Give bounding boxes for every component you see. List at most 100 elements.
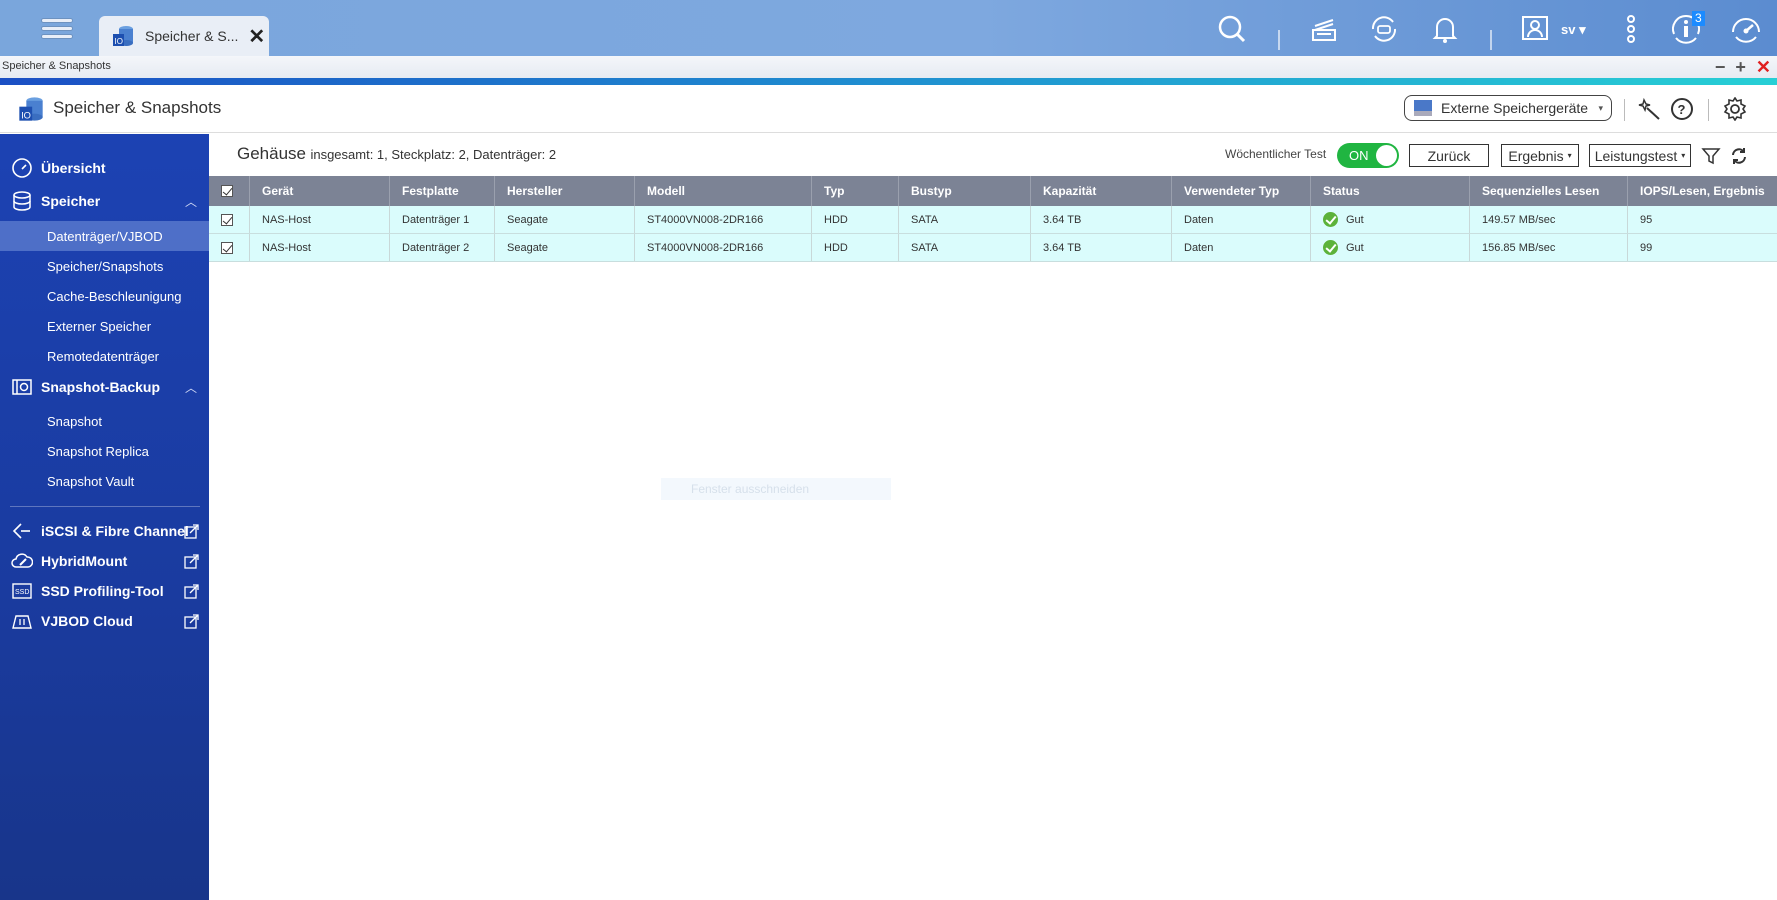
table-header: Gerät Festplatte Hersteller Modell Typ B… <box>209 176 1777 206</box>
sidebar-item-cache[interactable]: Cache-Beschleunigung <box>0 281 209 311</box>
cell-used-type: Daten <box>1172 206 1311 233</box>
svg-text:IO: IO <box>115 37 123 46</box>
chevron-down-icon: ▾ <box>1681 151 1686 160</box>
row-select-cell <box>209 206 250 233</box>
app-tab[interactable]: IO Speicher & S... ✕ <box>99 16 269 56</box>
sidebar-item-storage-snapshots[interactable]: Speicher/Snapshots <box>0 251 209 281</box>
select-all-checkbox[interactable] <box>221 185 233 197</box>
minimize-button[interactable]: − <box>1715 56 1726 78</box>
sidebar-link-vjbod-cloud[interactable]: VJBOD Cloud <box>0 606 209 636</box>
sidebar-link-ssd-profiling[interactable]: SSD SSD Profiling-Tool <box>0 576 209 606</box>
table-row[interactable]: NAS-Host Datenträger 2 Seagate ST4000VN0… <box>209 234 1777 262</box>
row-select-cell <box>209 234 250 261</box>
app-header: IO Speicher & Snapshots Externe Speicher… <box>0 85 1777 133</box>
tasks-icon[interactable] <box>1307 12 1341 46</box>
back-button-label: Zurück <box>1427 147 1471 164</box>
chevron-down-icon: ▾ <box>1598 102 1603 113</box>
bell-icon[interactable] <box>1428 12 1462 46</box>
sync-icon[interactable] <box>1367 12 1401 46</box>
top-bar: IO Speicher & S... ✕ sv ▾ 3 <box>0 0 1777 56</box>
back-button[interactable]: Zurück <box>1409 144 1489 167</box>
column-header[interactable]: Sequenzielles Lesen <box>1470 176 1628 206</box>
cell-type: HDD <box>812 234 899 261</box>
refresh-icon[interactable] <box>1729 146 1749 166</box>
storage-app-icon: IO <box>113 26 133 46</box>
sidebar-link-iscsi[interactable]: iSCSI & Fibre Channel <box>0 516 209 546</box>
chevron-up-icon[interactable]: ︿ <box>185 379 197 396</box>
column-header[interactable]: IOPS/Lesen, Ergebnis <box>1628 176 1777 206</box>
chevron-down-icon: ▾ <box>1567 151 1572 160</box>
column-header[interactable]: Status <box>1311 176 1470 206</box>
sidebar-item-remote-disks[interactable]: Remotedatenträger <box>0 341 209 371</box>
cell-vendor: Seagate <box>495 206 635 233</box>
gauge-icon <box>12 158 32 178</box>
user-icon[interactable] <box>1518 12 1552 46</box>
app-title: Speicher & Snapshots <box>53 98 222 117</box>
result-dropdown[interactable]: Ergebnis ▾ <box>1501 144 1579 167</box>
gear-icon[interactable] <box>1723 96 1747 122</box>
column-header[interactable]: Typ <box>812 176 899 206</box>
cell-seq-read: 149.57 MB/sec <box>1470 206 1628 233</box>
sidebar-item-label: Cache-Beschleunigung <box>47 288 182 304</box>
check-circle-icon <box>1323 212 1338 227</box>
filter-icon[interactable] <box>1701 146 1721 166</box>
benchmark-dropdown-label: Leistungstest <box>1594 147 1678 164</box>
column-header[interactable]: Verwendeter Typ <box>1172 176 1311 206</box>
user-menu[interactable]: sv ▾ <box>1561 22 1586 38</box>
iscsi-icon <box>12 523 30 539</box>
sidebar-link-hybridmount[interactable]: HybridMount <box>0 546 209 576</box>
sidebar-item-snapshot-replica[interactable]: Snapshot Replica <box>0 436 209 466</box>
snip-window-overlay: Fenster ausschneiden <box>661 478 891 500</box>
select-all-cell <box>209 176 250 206</box>
menu-icon[interactable] <box>42 14 72 44</box>
benchmark-dropdown[interactable]: Leistungstest ▾ <box>1589 144 1691 167</box>
help-icon[interactable]: ? <box>1670 97 1694 121</box>
sidebar-item-external-storage[interactable]: Externer Speicher <box>0 311 209 341</box>
cell-model: ST4000VN008-2DR166 <box>635 234 812 261</box>
dashboard-icon[interactable] <box>1729 12 1763 46</box>
column-header[interactable]: Hersteller <box>495 176 635 206</box>
main-panel: Gehäuse insgesamt: 1, Steckplatz: 2, Dat… <box>209 134 1777 900</box>
sidebar-item-label: SSD Profiling-Tool <box>41 583 164 599</box>
sidebar-item-label: Speicher/Snapshots <box>47 258 164 274</box>
chevron-up-icon[interactable]: ︿ <box>185 193 197 210</box>
sidebar-item-label: Snapshot <box>47 413 102 429</box>
more-icon[interactable] <box>1614 12 1648 46</box>
column-header[interactable]: Bustyp <box>899 176 1031 206</box>
column-header[interactable]: Modell <box>635 176 812 206</box>
cloud-icon <box>11 553 33 568</box>
sidebar: Übersicht Speicher ︿ Datenträger/VJBOD S… <box>0 134 209 900</box>
column-header[interactable]: Gerät <box>250 176 390 206</box>
cell-vendor: Seagate <box>495 234 635 261</box>
row-checkbox[interactable] <box>221 213 233 226</box>
close-button[interactable]: ✕ <box>1756 56 1771 78</box>
search-icon[interactable] <box>1215 12 1249 46</box>
enclosure-summary: Gehäuse insgesamt: 1, Steckplatz: 2, Dat… <box>237 144 556 164</box>
sidebar-item-label: HybridMount <box>41 553 128 569</box>
sidebar-item-label: Externer Speicher <box>47 318 152 334</box>
header-divider <box>1708 99 1709 121</box>
row-checkbox[interactable] <box>221 241 233 254</box>
tab-close-icon[interactable]: ✕ <box>248 24 265 49</box>
toolbar-divider <box>1278 30 1280 50</box>
tab-label: Speicher & S... <box>145 28 239 44</box>
sidebar-item-storage[interactable]: Speicher ︿ <box>0 186 209 216</box>
external-devices-dropdown[interactable]: Externe Speichergeräte ▾ <box>1404 95 1612 121</box>
sidebar-item-snapshot[interactable]: Snapshot <box>0 406 209 436</box>
sidebar-item-label: Snapshot-Backup <box>41 379 161 395</box>
column-header[interactable]: Festplatte <box>390 176 495 206</box>
sidebar-item-label: iSCSI & Fibre Channel <box>41 523 189 539</box>
sidebar-item-disks-vjbod[interactable]: Datenträger/VJBOD <box>0 221 209 251</box>
sidebar-item-snapshot-backup[interactable]: Snapshot-Backup ︿ <box>0 372 209 402</box>
weekly-test-toggle[interactable]: ON <box>1337 143 1399 168</box>
toolbar-divider <box>1490 30 1492 50</box>
column-header[interactable]: Kapazität <box>1031 176 1172 206</box>
table-row[interactable]: NAS-Host Datenträger 1 Seagate ST4000VN0… <box>209 206 1777 234</box>
sidebar-divider <box>10 506 200 507</box>
sidebar-item-overview[interactable]: Übersicht <box>0 153 209 183</box>
cell-status: Gut <box>1311 234 1470 261</box>
maximize-button[interactable]: + <box>1735 56 1746 78</box>
sidebar-item-snapshot-vault[interactable]: Snapshot Vault <box>0 466 209 496</box>
sidebar-item-label: Remotedatenträger <box>47 348 160 364</box>
magic-wand-icon[interactable] <box>1638 97 1662 121</box>
